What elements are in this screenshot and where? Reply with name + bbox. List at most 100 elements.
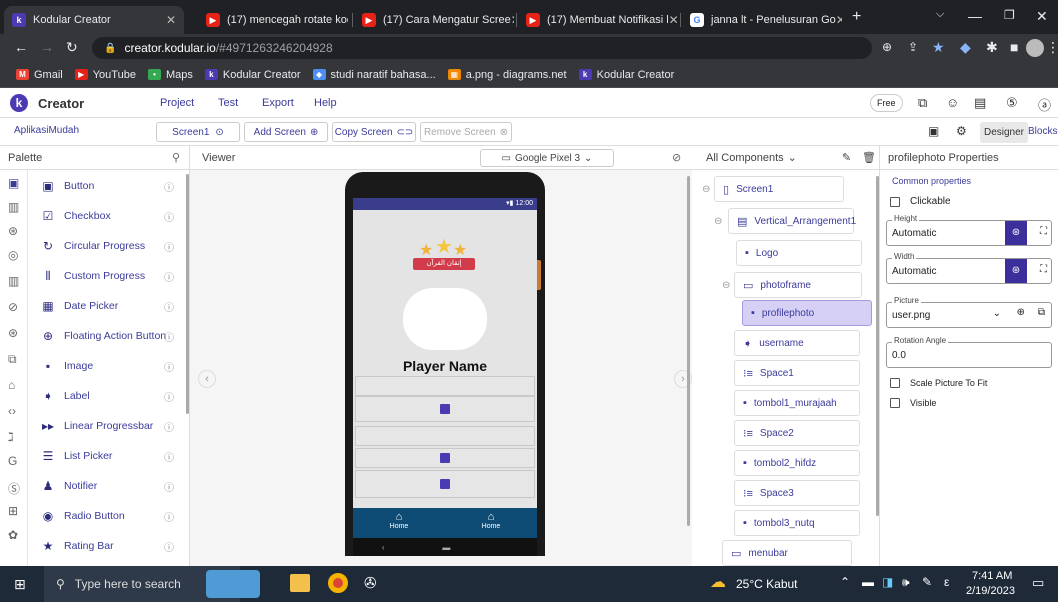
app-icon[interactable]: ✇ [364, 574, 377, 592]
edit-icon[interactable]: ⧉ [1038, 307, 1045, 318]
menu-export[interactable]: Export [262, 97, 294, 109]
bookmark-youtube[interactable]: ▶ YouTube [74, 69, 136, 81]
social-icon[interactable]: ⊛ [8, 326, 18, 340]
file-explorer-icon[interactable] [290, 574, 310, 592]
scrollbar[interactable] [876, 176, 879, 516]
restore-icon[interactable]: ❐ [1004, 8, 1015, 22]
layout-icon[interactable]: ▥ [8, 200, 19, 214]
bookmark-studi[interactable]: ◆ studi naratif bahasa... [312, 69, 436, 81]
close-icon[interactable]: ✕ [836, 13, 842, 27]
tab-youtube-3[interactable]: ▶ (17) Membuat Notifikasi l ✕ [518, 6, 678, 34]
palette-item-image[interactable]: ▪ Image ⓘ [40, 356, 180, 376]
info-icon[interactable]: ⓘ [164, 389, 174, 404]
tree-tombol1-murajaah[interactable]: ▪ tombol1_murajaah [734, 390, 860, 416]
visible-checkbox[interactable]: Visible [890, 398, 936, 408]
info-icon[interactable]: ⓘ [164, 479, 174, 494]
auto-size-icon[interactable]: ⊛ [1005, 221, 1027, 245]
extension-icon[interactable]: ✿ [8, 528, 18, 542]
nav-home-2[interactable]: ⌂ Home [445, 508, 537, 538]
puzzle-icon[interactable]: ✱ [986, 39, 998, 56]
designer-tab[interactable]: Designer [980, 122, 1028, 143]
add-screen-button[interactable]: Add Screen ⊕ [244, 122, 328, 142]
info-icon[interactable]: ⓘ [164, 209, 174, 224]
tree-username[interactable]: ➧ username [734, 330, 860, 356]
fullscreen-icon[interactable]: ⛶ [1040, 264, 1047, 275]
battery-icon[interactable]: ▬ [862, 575, 874, 589]
palette-item-notifier[interactable]: ♟ Notifier ⓘ [40, 476, 180, 496]
chrome-icon[interactable] [328, 573, 348, 593]
palette-item-checkbox[interactable]: ☑ Checkbox ⓘ [40, 206, 180, 226]
close-window-icon[interactable]: ✕ [1036, 8, 1048, 25]
account-icon[interactable]: ⓐ [1038, 95, 1051, 114]
close-icon[interactable]: ✕ [166, 13, 176, 27]
menubar[interactable]: ⌂ Home ⌂ Home [353, 508, 537, 538]
tree-space1[interactable]: ⁝≡ Space1 [734, 360, 860, 386]
space-2[interactable] [355, 426, 535, 446]
tombol2-hifdz-button[interactable] [355, 448, 535, 468]
sensors-icon[interactable]: ⊘ [8, 300, 18, 314]
info-icon[interactable]: ⓘ [164, 539, 174, 554]
phone-screen[interactable]: ▾▮ 12:00 ★ ★ ★ إتقان القرآن Player Name … [353, 198, 537, 538]
url-input[interactable]: 🔒 creator.kodular.io /#4971263246204928 [92, 37, 872, 59]
palette-item-linear-progressbar[interactable]: ▸▸ Linear Progressbar ⓘ [40, 416, 180, 436]
drawing-icon[interactable]: ◎ [8, 248, 18, 262]
info-icon[interactable]: ⓘ [164, 269, 174, 284]
windows-start-icon[interactable]: ⊞ [14, 576, 26, 593]
user-interface-icon[interactable]: ▣ [8, 176, 19, 190]
space-1[interactable] [355, 376, 535, 396]
share-icon[interactable]: ⇪ [908, 40, 918, 54]
collapse-icon[interactable]: ⊖ [714, 216, 722, 227]
weather-text[interactable]: 25°C Kabut [736, 577, 798, 591]
scale-checkbox[interactable]: Scale Picture To Fit [890, 378, 987, 388]
media-icon[interactable]: ⊛ [8, 224, 18, 238]
tree-space2[interactable]: ⁝≡ Space2 [734, 420, 860, 446]
edit-icon[interactable]: ✎ [842, 151, 851, 164]
auto-size-icon[interactable]: ⊛ [1005, 259, 1027, 283]
palette-item-list-picker[interactable]: ☰ List Picker ⓘ [40, 446, 180, 466]
rotation-angle-field[interactable]: 0.0 [886, 342, 1052, 368]
info-icon[interactable]: ⓘ [164, 299, 174, 314]
tab-google[interactable]: G janna lt - Penelusuran Go ✕ [682, 6, 842, 34]
taskbar-time[interactable]: 7:41 AM [972, 570, 1012, 582]
taskbar-date[interactable]: 2/19/2023 [966, 585, 1015, 597]
maps-icon[interactable]: ▥ [8, 274, 19, 288]
copy-screen-button[interactable]: Copy Screen ⊂⊃ [332, 122, 416, 142]
logo-image[interactable]: ★ ★ ★ إتقان القرآن [409, 234, 479, 274]
tree-space3[interactable]: ⁝≡ Space3 [734, 480, 860, 506]
close-icon[interactable]: ✕ [511, 13, 514, 27]
bookmark-kodular-2[interactable]: k Kodular Creator [578, 69, 674, 81]
tree-tombol2-hifdz[interactable]: ▪ tombol2_hifdz [734, 450, 860, 476]
profile-photo[interactable] [403, 288, 487, 350]
avatar[interactable] [1026, 39, 1044, 57]
info-icon[interactable]: ⓘ [164, 239, 174, 254]
bookmark-maps[interactable]: • Maps [147, 69, 193, 81]
components-title[interactable]: All Components [706, 152, 784, 164]
zoom-icon[interactable]: ⊕ [882, 40, 892, 54]
hide-icon[interactable]: ⊘ [672, 151, 681, 164]
fullscreen-icon[interactable]: ⛶ [1040, 226, 1047, 237]
palette-item-radio-button[interactable]: ◉ Radio Button ⓘ [40, 506, 180, 526]
pen-icon[interactable]: ✎ [922, 575, 932, 589]
tree-tombol3-nutq[interactable]: ▪ tombol3_nutq [734, 510, 860, 536]
tab-kodular-creator[interactable]: k Kodular Creator ✕ [4, 6, 184, 34]
checkbox[interactable] [890, 196, 900, 207]
reload-icon[interactable]: ↻ [66, 39, 78, 56]
dollar-icon[interactable]: Ⓢ [8, 480, 20, 497]
clickable-checkbox[interactable]: Clickable [890, 196, 951, 207]
docs-icon[interactable]: ▤ [974, 95, 986, 111]
palette-item-label[interactable]: ➧ Label ⓘ [40, 386, 180, 406]
scrollbar[interactable] [687, 176, 690, 526]
info-icon[interactable]: ⓘ [164, 329, 174, 344]
minimize-icon[interactable]: — [968, 8, 982, 24]
palette-item-button[interactable]: ▣ Button ⓘ [40, 176, 180, 196]
scrollbar[interactable] [186, 174, 189, 414]
palette-item-date-picker[interactable]: ▦ Date Picker ⓘ [40, 296, 180, 316]
new-tab-icon[interactable]: + [852, 8, 861, 26]
info-icon[interactable]: ⓘ [164, 179, 174, 194]
gallery-icon[interactable]: ⧉ [918, 95, 927, 111]
plan-badge[interactable]: Free [870, 94, 903, 112]
palette-item-circular-progress[interactable]: ↻ Circular Progress ⓘ [40, 236, 180, 256]
info-icon[interactable]: ⓘ [164, 449, 174, 464]
checkbox[interactable] [890, 378, 900, 388]
google-icon[interactable]: G [8, 454, 17, 468]
